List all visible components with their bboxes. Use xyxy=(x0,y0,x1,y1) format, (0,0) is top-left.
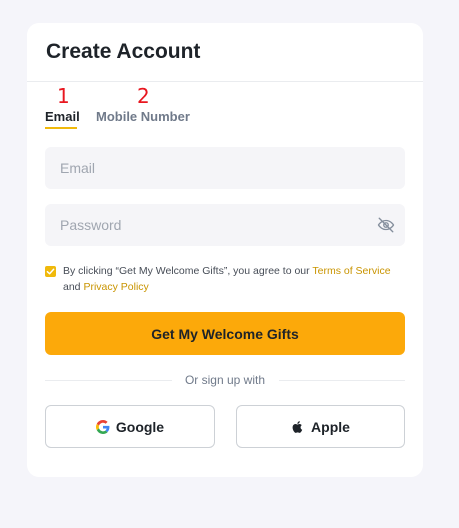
eye-slash-icon[interactable] xyxy=(377,216,395,234)
apple-icon xyxy=(291,420,305,434)
agree-checkbox[interactable] xyxy=(45,266,56,277)
terms-text: By clicking “Get My Welcome Gifts”, you … xyxy=(63,263,408,295)
privacy-policy-link[interactable]: Privacy Policy xyxy=(83,281,148,293)
google-sign-up-button[interactable]: Google xyxy=(45,405,215,448)
email-input[interactable] xyxy=(45,147,405,189)
page-title: Create Account xyxy=(46,40,201,63)
header-divider xyxy=(27,81,423,82)
checkmark-icon xyxy=(46,268,55,275)
terms-prefix: By clicking “Get My Welcome Gifts”, you … xyxy=(63,265,313,277)
email-field-container xyxy=(45,147,405,189)
get-welcome-gifts-button[interactable]: Get My Welcome Gifts xyxy=(45,312,405,355)
tab-mobile-number[interactable]: Mobile Number xyxy=(96,109,190,124)
google-label: Google xyxy=(115,418,165,435)
password-field-container xyxy=(45,204,405,246)
terms-of-service-link[interactable]: Terms of Service xyxy=(312,265,390,277)
password-input[interactable] xyxy=(45,204,405,246)
tab-mobile-number-number: 2 xyxy=(137,84,150,108)
or-sign-up-with-text: Or sign up with xyxy=(184,373,266,387)
apple-label: Apple xyxy=(311,418,350,435)
create-account-card: Create Account 1 2 Email Mobile Number B… xyxy=(27,23,423,477)
terms-middle: and xyxy=(63,281,84,293)
google-icon xyxy=(95,419,110,434)
apple-sign-up-button[interactable]: Apple xyxy=(236,405,405,448)
tab-email[interactable]: Email xyxy=(45,109,80,124)
tab-email-number: 1 xyxy=(57,84,70,108)
active-tab-indicator xyxy=(45,127,77,129)
